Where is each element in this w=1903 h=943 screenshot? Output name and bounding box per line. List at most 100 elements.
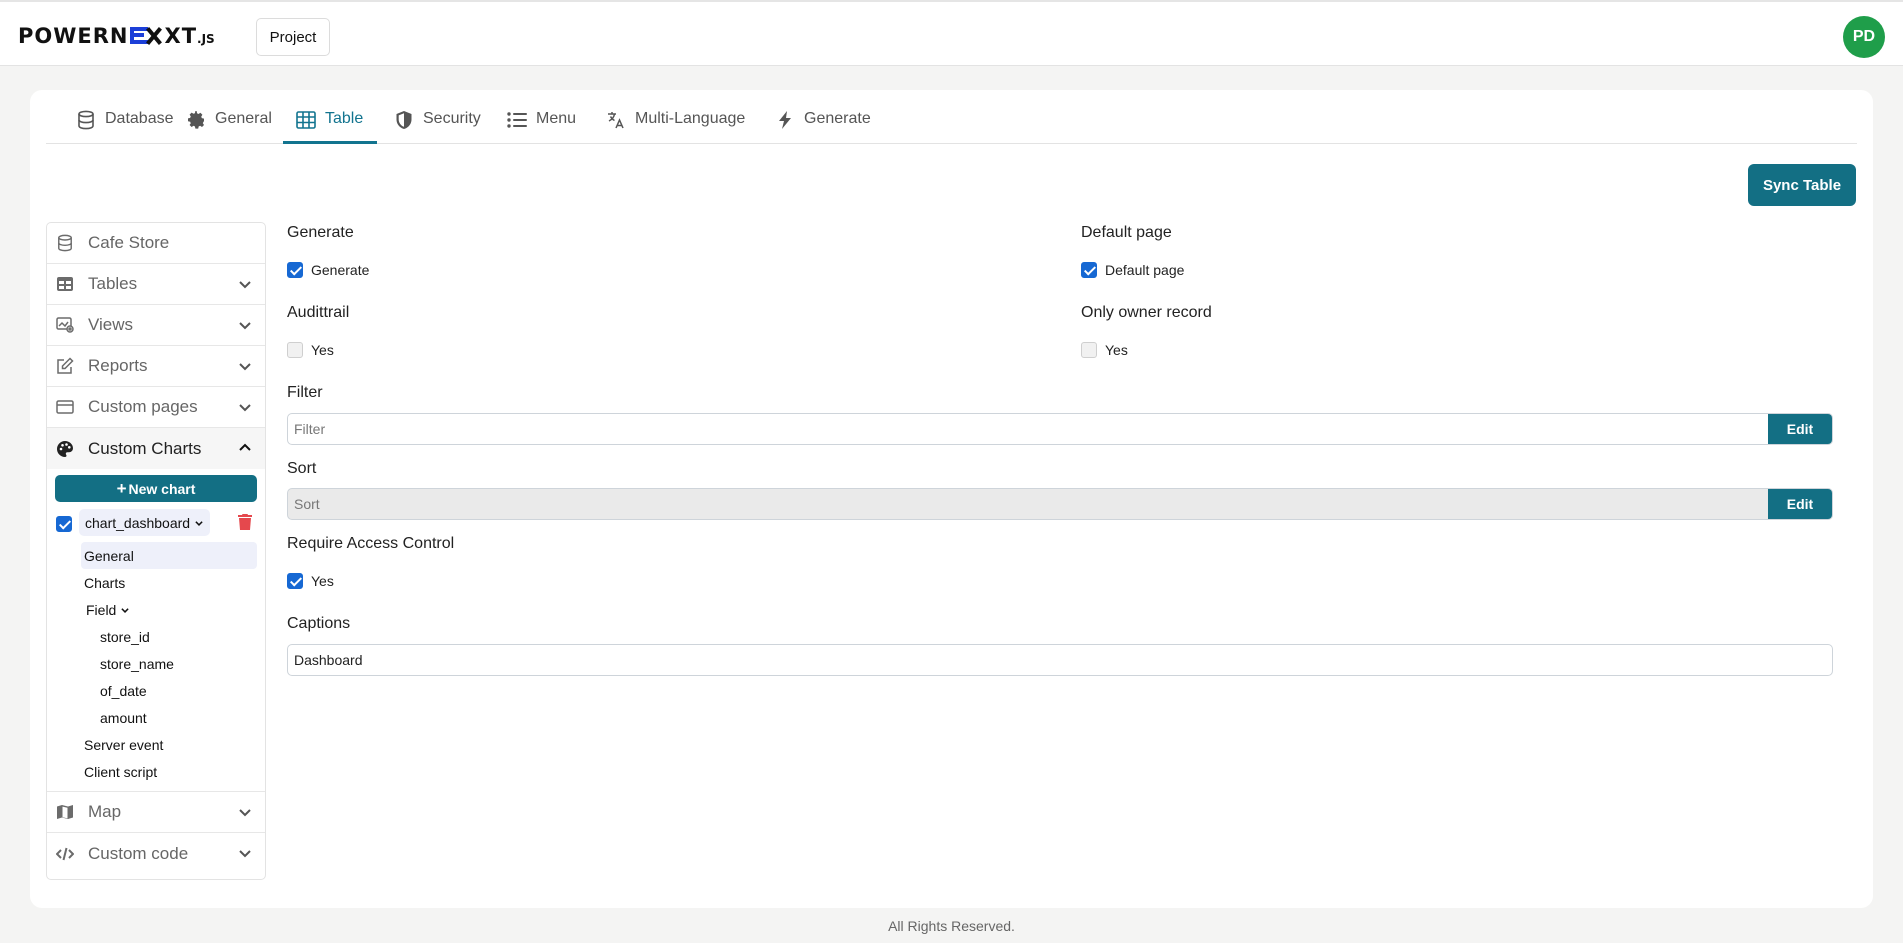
sidebar-item-label: Custom code — [88, 843, 189, 863]
tab-bar: Database General Table Security Menu Mul… — [46, 90, 1857, 144]
edit-icon — [55, 356, 75, 376]
sidebar-item-custom-charts[interactable]: Custom Charts — [47, 428, 265, 469]
tab-label: Menu — [536, 110, 577, 127]
tab-general[interactable]: General — [186, 104, 272, 144]
sidebar-item-custom-pages[interactable]: Custom pages — [47, 387, 265, 428]
generate-checkbox-row[interactable]: Generate — [287, 262, 369, 278]
default-page-label: Default page — [1081, 224, 1172, 241]
sidebar-item-tables[interactable]: Tables — [47, 264, 265, 305]
chart-enable-checkbox[interactable] — [56, 516, 72, 532]
project-button[interactable]: Project — [256, 18, 330, 56]
sidebar: Cafe Store Tables Views Reports Custom p… — [46, 222, 266, 880]
tab-table[interactable]: Table — [283, 104, 377, 144]
captions-field — [287, 644, 1833, 676]
sort-field: Edit — [287, 488, 1833, 520]
sidebar-item-label: Map — [88, 802, 122, 821]
sort-input[interactable] — [288, 489, 1768, 519]
captions-input[interactable] — [288, 645, 1832, 675]
tab-label: Security — [423, 110, 481, 127]
table-icon — [55, 274, 75, 294]
bolt-icon — [775, 110, 795, 130]
chart-name: chart_dashboard — [85, 514, 191, 531]
generate-checkbox[interactable] — [287, 262, 303, 278]
chevron-down-icon — [239, 809, 251, 817]
chevron-down-icon — [239, 404, 251, 412]
new-chart-button[interactable]: + New chart — [55, 475, 257, 502]
tree-item-server-event[interactable]: Server event — [84, 731, 257, 758]
chevron-down-icon — [195, 520, 203, 526]
sidebar-item-project[interactable]: Cafe Store — [47, 223, 265, 264]
filter-edit-button[interactable]: Edit — [1768, 414, 1832, 444]
default-page-checkbox-row[interactable]: Default page — [1081, 262, 1184, 278]
tab-label: General — [215, 110, 272, 127]
chart-row: chart_dashboard — [55, 506, 257, 542]
chevron-down-icon — [121, 607, 130, 613]
checkbox-label: Yes — [311, 342, 334, 358]
sidebar-item-label: Custom Charts — [88, 438, 202, 458]
logo-ex-mark — [129, 27, 164, 44]
card-icon — [55, 397, 75, 417]
tab-generate[interactable]: Generate — [775, 104, 871, 144]
top-header: POWERN XT.JS Project PD — [0, 0, 1903, 66]
sidebar-item-label: Cafe Store — [88, 233, 170, 252]
shield-icon — [394, 110, 414, 130]
tab-security[interactable]: Security — [394, 104, 481, 144]
captions-label: Captions — [287, 615, 351, 632]
logo-suffix: .JS — [197, 32, 215, 46]
generate-label: Generate — [287, 224, 354, 241]
tab-label: Generate — [804, 110, 871, 127]
chevron-down-icon — [239, 363, 251, 371]
tree-item-charts[interactable]: Charts — [84, 569, 257, 596]
default-page-checkbox[interactable] — [1081, 262, 1097, 278]
sidebar-item-label: Custom pages — [88, 397, 198, 416]
database-icon — [55, 233, 75, 253]
sidebar-item-reports[interactable]: Reports — [47, 346, 265, 387]
chevron-down-icon — [239, 322, 251, 330]
tree-item-field-name[interactable]: amount — [100, 704, 257, 731]
chart-select[interactable]: chart_dashboard — [79, 509, 211, 536]
tab-menu[interactable]: Menu — [507, 104, 576, 144]
only-owner-checkbox-row[interactable]: Yes — [1081, 342, 1128, 358]
logo-text-left: POWERN — [18, 24, 129, 48]
tab-label: Database — [105, 110, 174, 127]
sidebar-item-label: Reports — [88, 356, 148, 375]
translate-icon — [606, 110, 626, 130]
audittrail-checkbox[interactable] — [287, 342, 303, 358]
sync-table-button[interactable]: Sync Table — [1748, 164, 1856, 206]
checkbox-label: Generate — [311, 262, 370, 278]
audittrail-label: Audittrail — [287, 304, 350, 321]
filter-input[interactable] — [288, 414, 1768, 444]
avatar[interactable]: PD — [1843, 16, 1885, 58]
tab-database[interactable]: Database — [76, 104, 174, 144]
require-access-control-checkbox-row[interactable]: Yes — [287, 573, 334, 589]
tab-multi-language[interactable]: Multi-Language — [606, 104, 745, 144]
sidebar-item-custom-code[interactable]: Custom code — [47, 833, 265, 874]
main-card: Database General Table Security Menu Mul… — [30, 90, 1873, 908]
sidebar-item-views[interactable]: Views — [47, 305, 265, 346]
sidebar-item-map[interactable]: Map — [47, 792, 265, 833]
footer-text: All Rights Reserved. — [888, 918, 1015, 934]
sort-edit-button[interactable]: Edit — [1768, 489, 1832, 519]
tree-item-general[interactable]: General — [81, 542, 257, 569]
tree-item-field-name[interactable]: of_date — [100, 677, 257, 704]
tab-label: Multi-Language — [635, 110, 746, 127]
tree-item-label: Field — [86, 601, 117, 618]
tree-item-field-name[interactable]: store_name — [100, 650, 257, 677]
tab-label: Table — [325, 110, 364, 127]
checkbox-label: Default page — [1105, 262, 1185, 278]
tree-item-field-name[interactable]: store_id — [100, 623, 257, 650]
tree-item-field[interactable]: Field — [86, 596, 257, 623]
gear-icon — [186, 110, 206, 130]
require-access-control-checkbox[interactable] — [287, 573, 303, 589]
custom-charts-panel: + New chart chart_dashboard General Chart… — [47, 469, 265, 792]
audittrail-checkbox-row[interactable]: Yes — [287, 342, 334, 358]
checkbox-label: Yes — [1105, 342, 1128, 358]
code-icon — [55, 844, 75, 864]
trash-icon[interactable] — [238, 514, 252, 530]
logo[interactable]: POWERN XT.JS — [18, 24, 215, 48]
only-owner-checkbox[interactable] — [1081, 342, 1097, 358]
sidebar-item-label: Views — [88, 315, 134, 334]
palette-icon — [55, 439, 75, 459]
tree-item-client-script[interactable]: Client script — [84, 758, 257, 785]
filter-label: Filter — [287, 384, 323, 401]
